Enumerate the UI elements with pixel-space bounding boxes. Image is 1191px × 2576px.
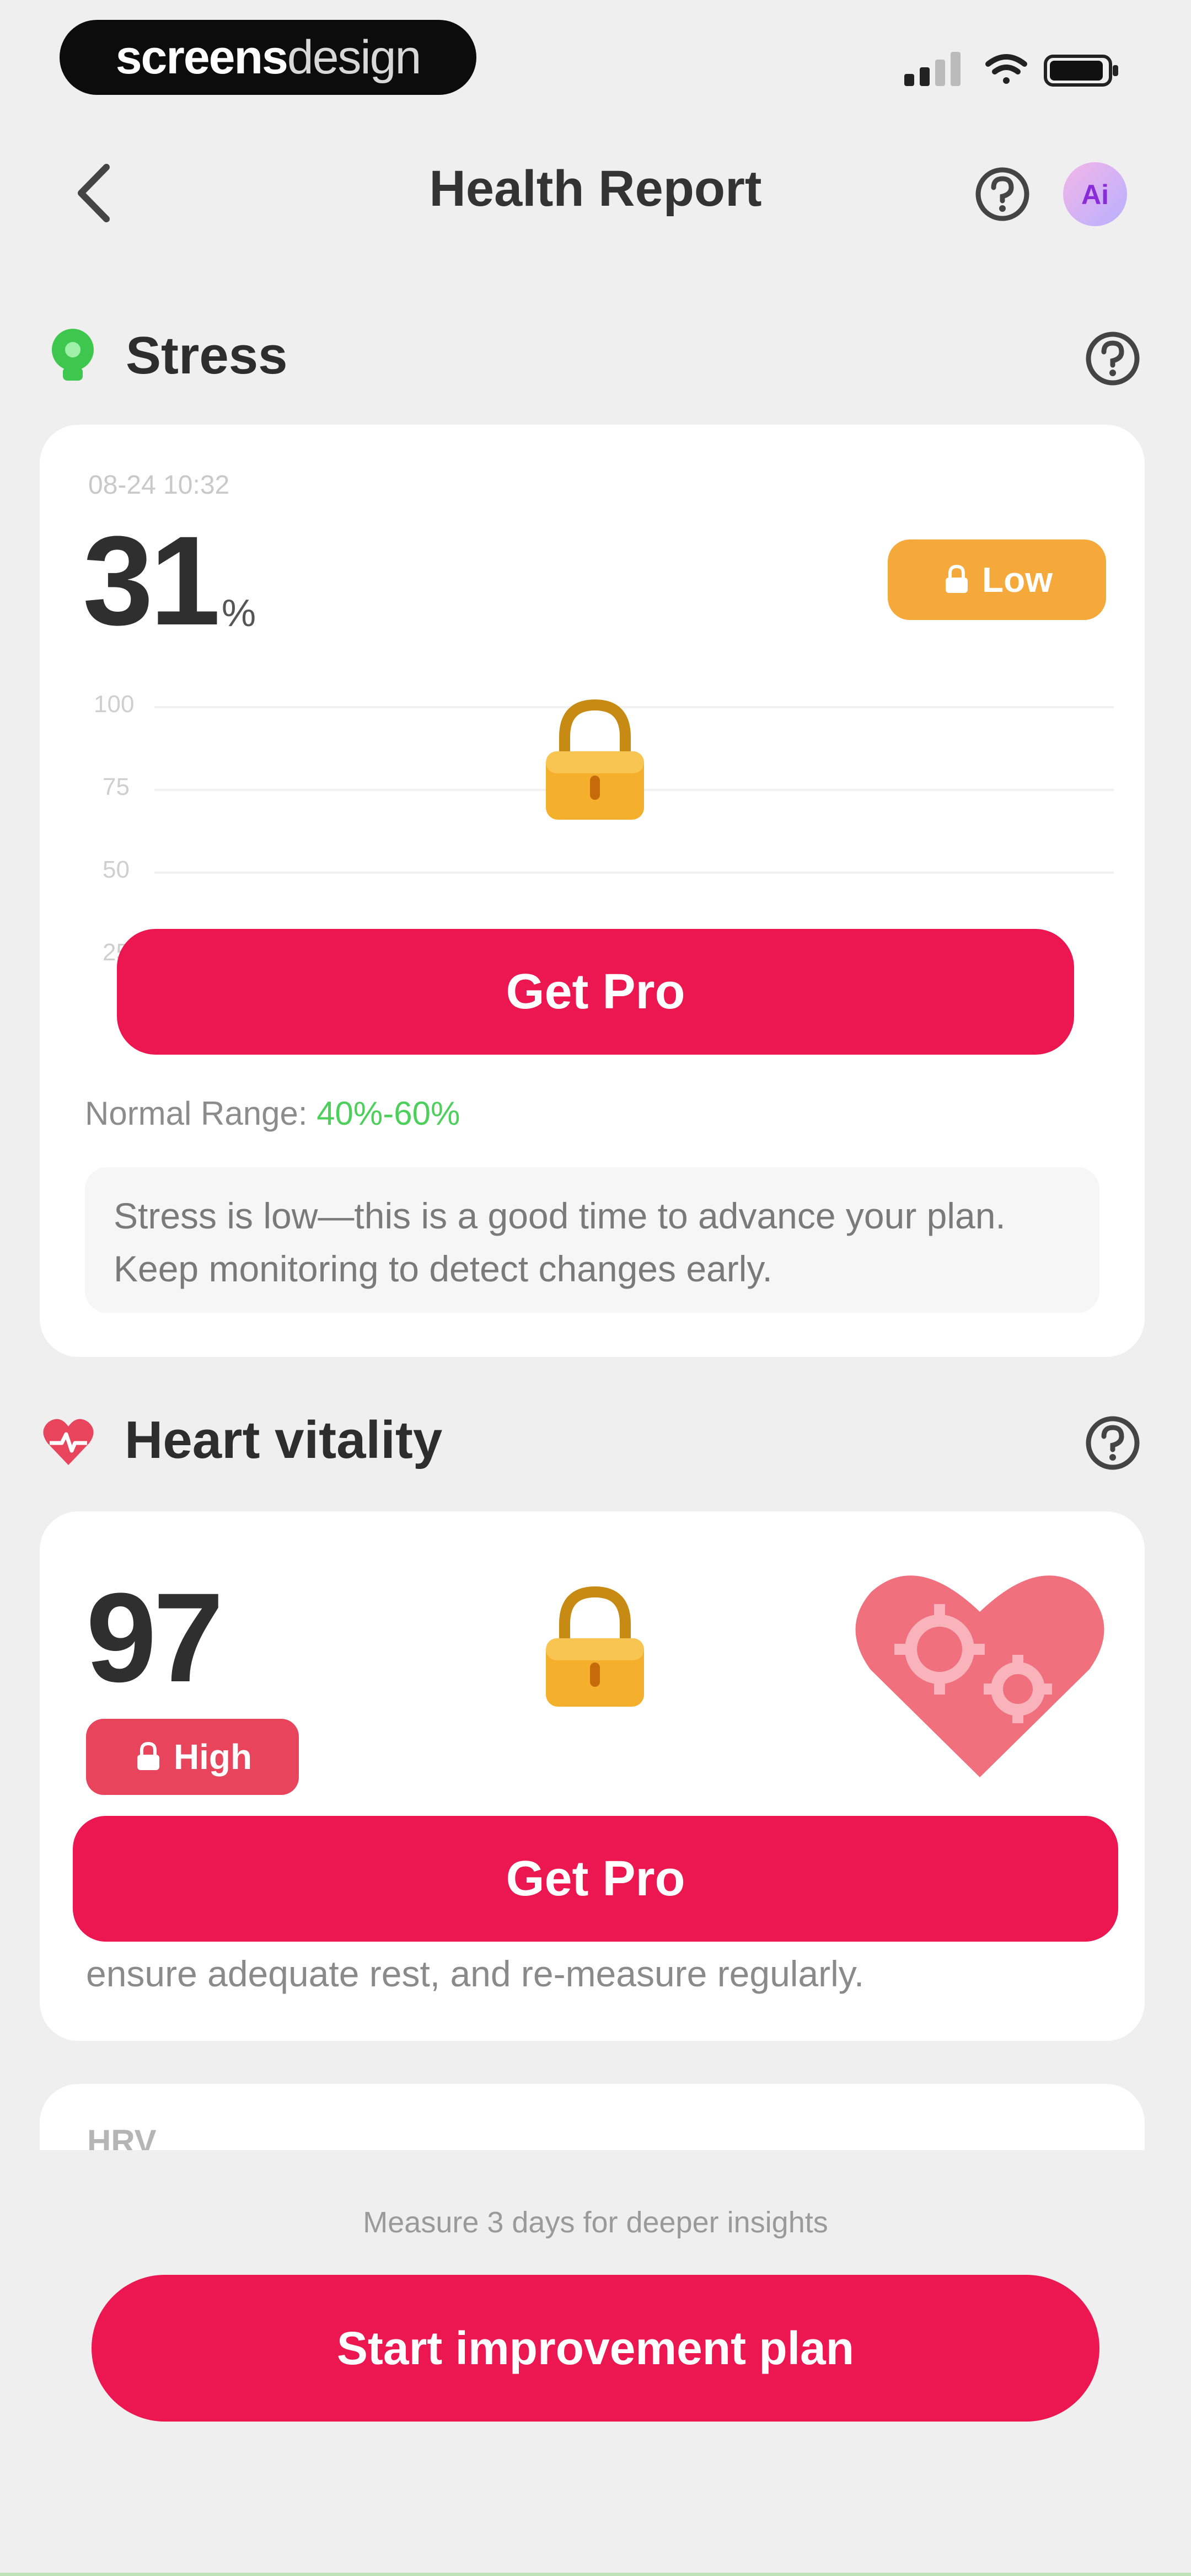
stress-level-label: Low bbox=[982, 560, 1053, 600]
grid-line bbox=[154, 872, 1114, 874]
question-circle-icon[interactable] bbox=[974, 165, 1031, 223]
brand-text-strong: screens bbox=[115, 30, 288, 84]
heart-level-label: High bbox=[173, 1737, 253, 1777]
heart-value: 97 bbox=[86, 1567, 224, 1708]
stress-normal-range: Normal Range: 40%-60% bbox=[85, 1094, 460, 1132]
wifi-icon bbox=[985, 54, 1027, 84]
heart-help-icon[interactable] bbox=[1084, 1414, 1141, 1472]
heart-gears-illustration bbox=[855, 1575, 1104, 1777]
lock-icon bbox=[946, 564, 968, 593]
start-improvement-plan-button[interactable]: Start improvement plan bbox=[92, 2275, 1099, 2422]
heart-level-badge: High bbox=[86, 1719, 299, 1795]
heart-tip: ensure adequate rest, and re-measure reg… bbox=[86, 1953, 865, 1994]
grid-label-75: 75 bbox=[103, 773, 130, 800]
svg-text:Ai: Ai bbox=[1081, 179, 1109, 210]
ai-assistant-icon[interactable]: Ai bbox=[1061, 160, 1129, 228]
brand-watermark: screens design bbox=[60, 20, 476, 95]
section-title-heart-vitality: Heart vitality bbox=[125, 1410, 443, 1469]
padlock-icon bbox=[546, 1586, 644, 1707]
heart-get-pro-button[interactable]: Get Pro bbox=[73, 1816, 1118, 1942]
stress-tip: Stress is low—this is a good time to adv… bbox=[85, 1167, 1099, 1313]
padlock-icon bbox=[546, 699, 644, 820]
stress-timestamp: 08-24 10:32 bbox=[88, 471, 230, 500]
section-title-stress: Stress bbox=[126, 326, 288, 385]
home-indicator-strip bbox=[0, 2573, 1191, 2576]
range-value: 40%-60% bbox=[316, 1095, 460, 1132]
stress-value: 31 bbox=[83, 510, 221, 651]
battery-icon bbox=[1044, 55, 1118, 87]
stress-level-badge: Low bbox=[888, 539, 1106, 620]
stress-value-block: 31 % bbox=[83, 507, 256, 654]
signal-icon bbox=[904, 52, 961, 86]
heart-pulse-icon bbox=[43, 1419, 94, 1465]
status-icons bbox=[904, 52, 1118, 87]
stress-get-pro-button[interactable]: Get Pro bbox=[117, 929, 1074, 1055]
grid-label-100: 100 bbox=[94, 691, 135, 718]
brand-text-light: design bbox=[287, 30, 421, 84]
screen: { "status_bar": { "brand_strong": "scree… bbox=[0, 0, 1191, 2576]
stress-help-icon[interactable] bbox=[1084, 330, 1141, 387]
lightbulb-icon bbox=[52, 329, 94, 381]
grid-label-50: 50 bbox=[103, 856, 130, 883]
stress-unit: % bbox=[221, 591, 256, 634]
hrv-card: HRV bbox=[40, 2084, 1145, 2160]
footer-caption: Measure 3 days for deeper insights bbox=[363, 2206, 828, 2239]
range-label: Normal Range: bbox=[85, 1095, 308, 1132]
lock-icon bbox=[137, 1741, 159, 1770]
